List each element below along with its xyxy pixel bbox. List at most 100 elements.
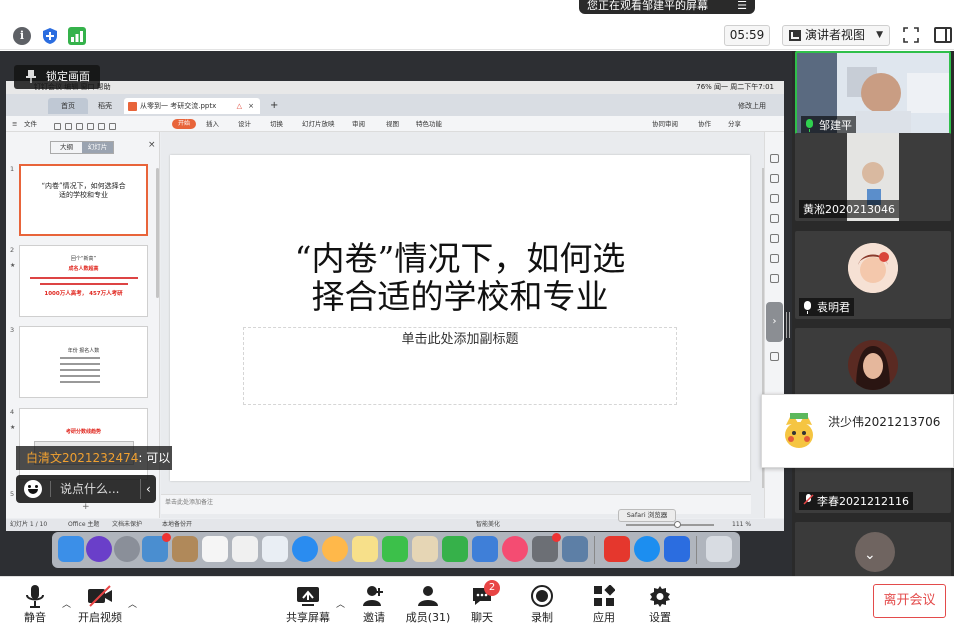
- undo-icon[interactable]: [98, 123, 105, 130]
- trash-icon[interactable]: [706, 536, 732, 562]
- keynote-icon[interactable]: [472, 536, 498, 562]
- animation-icon[interactable]: [770, 274, 779, 283]
- chevron-down-icon[interactable]: ⌄: [864, 547, 876, 563]
- tab-home[interactable]: 首页: [48, 98, 88, 114]
- tab-slides[interactable]: 幻灯片: [82, 142, 113, 153]
- open-icon[interactable]: [54, 123, 61, 130]
- calendar-icon[interactable]: [202, 536, 228, 562]
- select-icon[interactable]: [770, 154, 779, 163]
- tab-template[interactable]: 稻壳: [90, 98, 124, 114]
- ribbon-review[interactable]: 审阅: [352, 116, 365, 132]
- tab-outline[interactable]: 大纲: [51, 142, 82, 153]
- shield-icon[interactable]: [41, 27, 59, 45]
- subtitle-placeholder[interactable]: 单击此处添加副标题: [243, 327, 677, 405]
- ribbon-special[interactable]: 特色功能: [416, 116, 442, 132]
- tool-icon[interactable]: [770, 352, 779, 361]
- emoji-icon[interactable]: [24, 480, 42, 498]
- tab-document[interactable]: 从零到一 考研交流.pptx △ ×: [124, 98, 260, 114]
- ribbon-file[interactable]: 文件: [24, 116, 37, 132]
- style-icon[interactable]: [770, 214, 779, 223]
- pages-icon[interactable]: [412, 536, 438, 562]
- current-slide[interactable]: “内卷”情况下，如何选 择合适的学校和专业 单击此处添加副标题: [170, 155, 750, 481]
- new-tab-button[interactable]: +: [262, 98, 278, 114]
- siri-icon[interactable]: [86, 536, 112, 562]
- ribbon-collab[interactable]: 协作: [698, 116, 711, 132]
- safari-icon[interactable]: [634, 536, 660, 562]
- menu-icon[interactable]: ≡: [12, 116, 17, 132]
- music-icon[interactable]: [502, 536, 528, 562]
- record-button[interactable]: 录制: [524, 581, 560, 627]
- settings-icon[interactable]: [770, 234, 779, 243]
- close-icon[interactable]: ×: [148, 140, 156, 150]
- invite-button[interactable]: 邀请: [356, 581, 392, 627]
- redo-icon[interactable]: [109, 123, 116, 130]
- finder-icon[interactable]: [58, 536, 84, 562]
- ribbon-share[interactable]: 分享: [728, 116, 741, 132]
- participant-tile[interactable]: 袁明君: [795, 231, 951, 319]
- close-icon[interactable]: ×: [248, 98, 254, 114]
- save-icon[interactable]: [65, 123, 72, 130]
- view-mode-dropdown[interactable]: 演讲者视图 ▼: [782, 25, 890, 46]
- launchpad-icon[interactable]: [114, 536, 140, 562]
- ribbon-collab-review[interactable]: 协同审阅: [652, 116, 678, 132]
- contacts-icon[interactable]: [172, 536, 198, 562]
- tencent-meeting-icon[interactable]: [664, 536, 690, 562]
- zoom-slider-knob[interactable]: [674, 521, 681, 528]
- leave-meeting-button[interactable]: 离开会议: [873, 584, 946, 618]
- ribbon-design[interactable]: 设计: [238, 116, 251, 132]
- layers-icon[interactable]: [770, 254, 779, 263]
- participant-tile[interactable]: 邹建平: [795, 51, 951, 139]
- mute-button[interactable]: 静音: [14, 581, 56, 627]
- photos-icon[interactable]: [322, 536, 348, 562]
- panel-expand-handle[interactable]: ›: [766, 302, 783, 342]
- list-menu-icon[interactable]: ☰: [737, 0, 747, 12]
- wps-icon[interactable]: [604, 536, 630, 562]
- video-button[interactable]: 开启视频: [74, 581, 126, 627]
- thumb-scrollbar[interactable]: [156, 168, 159, 298]
- add-slide-button[interactable]: +: [82, 502, 90, 512]
- shape-icon[interactable]: [770, 174, 779, 183]
- zoom-slider[interactable]: [626, 524, 714, 526]
- apps-button[interactable]: 应用: [586, 581, 622, 627]
- account-button[interactable]: 修改上用: [730, 98, 778, 114]
- fullscreen-icon[interactable]: [903, 27, 919, 43]
- lock-view-button[interactable]: 锁定画面: [14, 65, 100, 89]
- chevron-up-icon[interactable]: ︿: [336, 597, 345, 610]
- chevron-up-icon[interactable]: ︿: [62, 597, 71, 610]
- settings-button[interactable]: 设置: [642, 581, 678, 627]
- ribbon-insert[interactable]: 插入: [206, 116, 219, 132]
- ribbon-view[interactable]: 视图: [386, 116, 399, 132]
- sidebar-toggle-icon[interactable]: [934, 27, 952, 43]
- slide-thumbnail-1[interactable]: “内卷”情况下，如何选择合适的学校和专业: [19, 164, 148, 236]
- image-capture-icon[interactable]: [562, 536, 588, 562]
- facetime-icon[interactable]: [382, 536, 408, 562]
- system-preferences-icon[interactable]: [532, 533, 561, 562]
- chat-input-bar[interactable]: 说点什么... ‹: [16, 475, 156, 503]
- print-icon[interactable]: [76, 123, 83, 130]
- backup-status[interactable]: 本地备份开: [162, 519, 192, 531]
- preview-icon[interactable]: [87, 123, 94, 130]
- chat-input-placeholder[interactable]: 说点什么...: [60, 475, 119, 503]
- panel-resize-grip[interactable]: [786, 312, 790, 338]
- maps-icon[interactable]: [262, 536, 288, 562]
- ribbon-transition[interactable]: 切换: [270, 116, 283, 132]
- participant-hover-card[interactable]: 洪少伟2021213706: [761, 394, 954, 468]
- members-button[interactable]: 成员(31): [404, 581, 452, 627]
- share-screen-button[interactable]: 共享屏幕: [282, 581, 334, 627]
- signal-icon[interactable]: [68, 27, 86, 45]
- slide-title[interactable]: “内卷”情况下，如何选 择合适的学校和专业: [170, 240, 750, 316]
- doc-protect-status[interactable]: 文档未保护: [112, 519, 142, 531]
- paint-icon[interactable]: [770, 194, 779, 203]
- chevron-up-icon[interactable]: ︿: [128, 597, 137, 610]
- ribbon-start[interactable]: 开始: [172, 119, 196, 129]
- slide-thumbnail-2[interactable]: 回个“新高” 成名人数超高 1000万人高考， 457万人考研: [19, 245, 148, 317]
- chevron-left-icon[interactable]: ‹: [146, 475, 151, 503]
- reminders-icon[interactable]: [232, 536, 258, 562]
- numbers-icon[interactable]: [442, 536, 468, 562]
- slide-thumbnail-3[interactable]: 年份 报名人数: [19, 326, 148, 398]
- beautify-button[interactable]: 智能美化: [476, 519, 500, 531]
- info-icon[interactable]: i: [13, 27, 31, 45]
- messages-icon[interactable]: [292, 536, 318, 562]
- participant-tile[interactable]: 黄淞2020213046: [795, 133, 951, 221]
- notes-icon[interactable]: [352, 536, 378, 562]
